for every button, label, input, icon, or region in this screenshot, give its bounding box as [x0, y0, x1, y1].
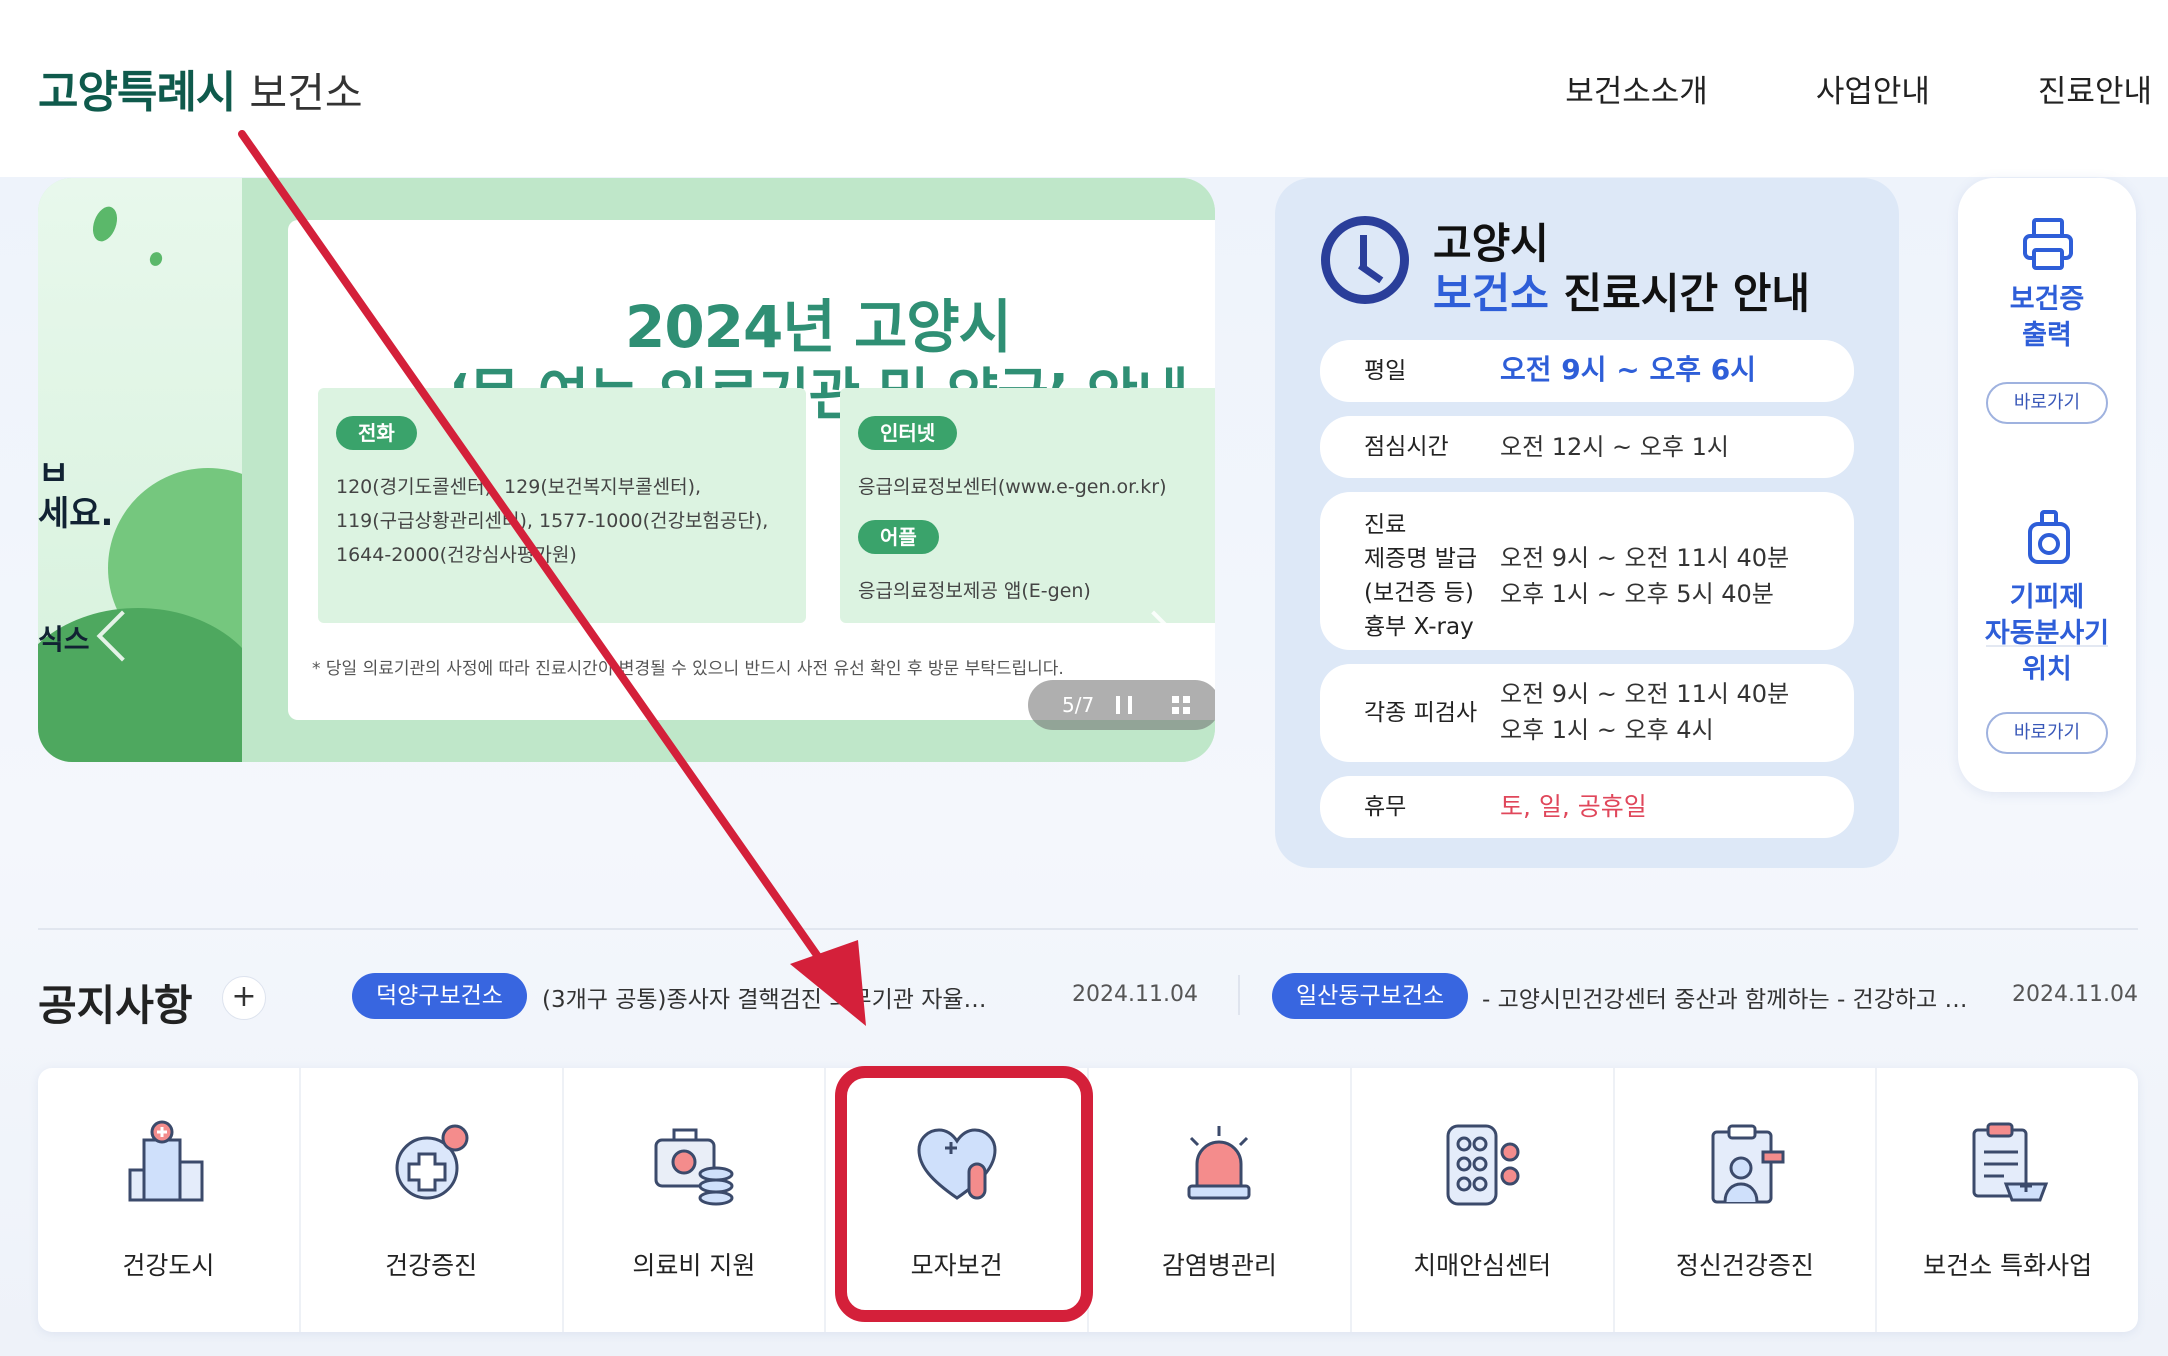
printer-icon [2023, 218, 2073, 270]
phone-badge: 전화 [336, 416, 417, 450]
nav-business[interactable]: 사업안내 [1816, 66, 1930, 111]
sprayer-icon [2028, 510, 2070, 564]
site-logo[interactable]: 고양특례시 보건소 [38, 56, 363, 118]
hours-label: 각종 피검사 [1364, 700, 1478, 726]
banner-card: 2024년 고양시 ‘문 여는 의료기관 및 약국’ 안내 전화 120(경기도… [288, 220, 1215, 720]
repellent-location-button[interactable]: 바로가기 [1986, 712, 2108, 754]
notice-item-text[interactable]: (3개구 공통)종사자 결핵검진 의무기관 자율… [542, 980, 987, 1014]
hours-value: 토, 일, 공휴일 [1500, 792, 1647, 821]
category-label: 건강도시 [122, 1251, 215, 1280]
category-label: 치매안심센터 [1413, 1251, 1552, 1280]
hours-subtitle: 보건소 진료시간 안내 [1433, 260, 1810, 321]
category-medical-cost[interactable]: 의료비 지원 [564, 1068, 827, 1332]
category-label: 정신건강증진 [1675, 1251, 1814, 1280]
category-special-programs[interactable]: 보건소 특화사업 [1877, 1068, 2138, 1332]
internet-badge: 인터넷 [858, 416, 958, 450]
category-health-promotion[interactable]: 건강증진 [301, 1068, 564, 1332]
category-dementia-center[interactable]: 치매안심센터 [1352, 1068, 1615, 1332]
hours-label: (보건증 등) [1364, 580, 1474, 606]
category-infection-control[interactable]: 감염병관리 [1089, 1068, 1352, 1332]
banner-left-illustration: ㅂ 세요. 식스 [38, 178, 308, 762]
category-label: 의료비 지원 [632, 1251, 756, 1280]
hours-row-weekday: 평일 오전 9시 ~ 오후 6시 [1320, 340, 1854, 402]
hours-label: 흉부 X-ray [1364, 614, 1474, 640]
partial-text: 세요. [38, 494, 114, 534]
banner-slide: 2024년 고양시 ‘문 여는 의료기관 및 약국’ 안내 전화 120(경기도… [242, 178, 1215, 762]
phone-line: 1644-2000(건강심사평가원) [336, 544, 577, 566]
hours-value: 오전 9시 ~ 오전 11시 40분 [1500, 544, 1790, 572]
clock-icon [1321, 216, 1409, 304]
hours-row-lunch: 점심시간 오전 12시 ~ 오후 1시 [1320, 416, 1854, 478]
hours-label: 진료 [1364, 512, 1407, 538]
nav-about[interactable]: 보건소소개 [1565, 66, 1708, 111]
logo-main: 고양특례시 [38, 67, 236, 118]
category-label: 감염병관리 [1161, 1251, 1277, 1280]
phone-line: 119(구급상황관리센터), 1577-1000(건강보험공단), [336, 510, 769, 532]
pill-board-icon [1446, 1124, 1520, 1206]
section-divider [38, 928, 2138, 930]
notice-date: 2024.11.04 [2012, 982, 2138, 1007]
notice-badge[interactable]: 덕양구보건소 [352, 973, 527, 1019]
side-item-title: 기피제 [2009, 582, 2085, 613]
hours-value: 오후 1시 ~ 오후 5시 40분 [1500, 580, 1774, 608]
category-label: 건강증진 [385, 1251, 478, 1280]
hours-value: 오후 1시 ~ 오후 4시 [1500, 716, 1714, 744]
hours-label: 제증명 발급 [1364, 546, 1478, 572]
app-line: 응급의료정보제공 앱(E-gen) [858, 580, 1091, 602]
annotation-highlight-box [835, 1066, 1093, 1322]
slide-controls: 5/7 [1028, 680, 1215, 730]
banner-notice: * 당일 의료기관의 사정에 따라 진료시간이 변경될 수 있으니 반드시 사전… [312, 659, 1064, 679]
leaf-icon [147, 250, 165, 268]
hours-value: 오전 9시 ~ 오후 6시 [1500, 353, 1756, 386]
slide-counter: 5/7 [1062, 693, 1095, 717]
hours-label: 휴무 [1364, 794, 1407, 820]
side-item-title: 위치 [2022, 654, 2072, 685]
internet-info-box: 인터넷 응급의료정보센터(www.e-gen.or.kr) 어플 응급의료정보제… [840, 388, 1215, 623]
app-badge: 어플 [858, 520, 939, 554]
hours-row-blood-test: 각종 피검사 오전 9시 ~ 오전 11시 40분 오후 1시 ~ 오후 4시 [1320, 664, 1854, 762]
notice-date: 2024.11.04 [1072, 982, 1198, 1007]
phone-line: 120(경기도콜센터), 129(보건복지부콜센터), [336, 476, 702, 498]
health-plus-icon [395, 1124, 469, 1200]
hours-label: 점심시간 [1364, 434, 1449, 460]
medical-cost-icon [654, 1128, 734, 1206]
hours-value: 오전 12시 ~ 오후 1시 [1500, 433, 1729, 461]
main-banner[interactable]: ㅂ 세요. 식스 2024년 고양시 ‘문 여는 의료기관 및 약국’ 안내 전… [38, 178, 1215, 762]
notice-separator [1238, 975, 1240, 1015]
nav-treatment[interactable]: 진료안내 [2038, 66, 2152, 111]
notice-title: 공지사항 [38, 981, 193, 1030]
phone-info-box: 전화 120(경기도콜센터), 129(보건복지부콜센터), 119(구급상황관… [318, 388, 806, 623]
hours-panel: 고양시 보건소 진료시간 안내 평일 오전 9시 ~ 오후 6시 점심시간 오전… [1275, 178, 1899, 868]
internet-line: 응급의료정보센터(www.e-gen.or.kr) [858, 476, 1167, 498]
hours-row-treatment: 진료 제증명 발급 (보건증 등) 흉부 X-ray 오전 9시 ~ 오전 11… [1320, 492, 1854, 650]
building-icon [128, 1120, 204, 1202]
siren-icon [1187, 1126, 1251, 1200]
hours-label: 평일 [1364, 358, 1407, 384]
hours-title-rest: 진료시간 안내 [1548, 269, 1811, 318]
hours-title-blue: 보건소 [1433, 269, 1549, 318]
hours-row-closed: 휴무 토, 일, 공휴일 [1320, 776, 1854, 838]
category-healthy-city[interactable]: 건강도시 [38, 1068, 301, 1332]
side-item-title: 보건증 [2009, 284, 2085, 315]
side-item-title: 자동분사기 [1984, 618, 2110, 649]
grid-view-icon[interactable] [1172, 696, 1191, 714]
doctor-clipboard-icon [1711, 1124, 1785, 1204]
partial-text: 식스 [38, 623, 90, 656]
leaf-icon [88, 203, 122, 245]
main-nav: 보건소소개 사업안내 진료안내 [1565, 66, 2152, 111]
notice-badge[interactable]: 일산동구보건소 [1272, 973, 1469, 1019]
logo-sub: 보건소 [249, 69, 363, 117]
quick-links-panel: 보건증 출력 바로가기 기피제 자동분사기 위치 바로가기 [1958, 178, 2136, 792]
pause-icon[interactable] [1116, 696, 1133, 714]
clipboard-plus-icon [1972, 1122, 2048, 1202]
notice-more-button[interactable]: + [222, 976, 266, 1020]
health-cert-print-button[interactable]: 바로가기 [1986, 382, 2108, 424]
category-label: 보건소 특화사업 [1923, 1251, 2093, 1280]
notice-item-text[interactable]: - 고양시민건강센터 중산과 함께하는 - 건강하고 … [1482, 980, 1968, 1014]
hours-value: 오전 9시 ~ 오전 11시 40분 [1500, 680, 1790, 708]
category-mental-health[interactable]: 정신건강증진 [1615, 1068, 1878, 1332]
side-item-title: 출력 [2022, 320, 2072, 351]
